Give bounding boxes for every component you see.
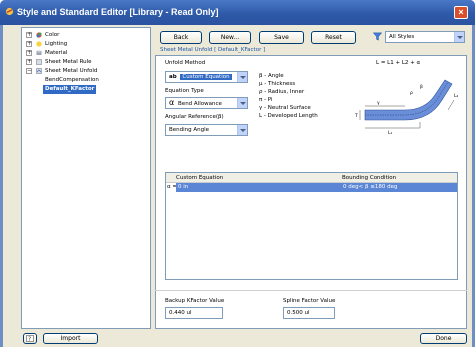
legend-item: ρ - Radius, Inner: [259, 89, 305, 95]
bend-diagram: γ ρ β L₂ L₁ T: [354, 79, 459, 136]
diagram-label-beta: β: [420, 84, 423, 90]
equation-cell[interactable]: 0 in: [176, 183, 341, 192]
close-button[interactable]: ×: [454, 6, 468, 19]
column-header-condition: Bounding Condition: [342, 175, 397, 181]
unfold-method-dropdown[interactable]: ab Custom Equation: [165, 71, 248, 83]
column-header-equation: Custom Equation: [176, 175, 224, 181]
equation-type-value: Bend Allowance: [178, 101, 222, 107]
tree-item-label: Material: [45, 50, 68, 56]
divider: [155, 290, 467, 291]
chevron-down-icon[interactable]: [237, 98, 247, 108]
backup-kfactor-input[interactable]: 0.440 ul: [165, 307, 223, 319]
formula-text: L = L1 + L2 + α: [376, 60, 421, 66]
close-icon: ×: [458, 7, 464, 17]
backup-kfactor-label: Backup KFactor Value: [165, 298, 225, 304]
import-button[interactable]: Import: [43, 333, 98, 344]
angular-reference-label: Angular Reference(β): [165, 114, 224, 120]
legend-item: β - Angle: [259, 73, 284, 79]
equation-type-dropdown[interactable]: α Bend Allowance: [165, 97, 248, 109]
chevron-down-icon[interactable]: [237, 125, 247, 135]
custom-equation-table[interactable]: Custom Equation Bounding Condition α = 0…: [165, 172, 458, 280]
window-title: Style and Standard Editor [Library - Rea…: [17, 7, 219, 17]
material-icon: [36, 50, 42, 55]
svg-text:?: ?: [28, 337, 31, 343]
expand-icon[interactable]: +: [26, 59, 32, 65]
chevron-down-icon[interactable]: [454, 32, 464, 42]
expand-icon[interactable]: +: [26, 41, 32, 47]
legend-item: L - Developed Length: [259, 113, 318, 119]
diagram-label-l1: L₁: [388, 130, 393, 136]
unfold-method-value: Custom Equation: [180, 74, 232, 80]
unfold-method-label: Unfold Method: [165, 60, 206, 66]
condition-cell[interactable]: 0 deg< β ≤180 deg: [341, 183, 457, 192]
tree-item-label: Lighting: [45, 41, 68, 47]
equation-type-label: Equation Type: [165, 88, 204, 94]
tree-item-default-kfactor[interactable]: Default_KFactor: [43, 85, 97, 94]
style-filter-dropdown[interactable]: All Styles: [385, 31, 465, 43]
spline-factor-input[interactable]: 0.500 ul: [283, 307, 335, 319]
save-button[interactable]: Save: [259, 31, 304, 44]
app-icon: [5, 7, 14, 16]
done-button[interactable]: Done: [420, 333, 467, 344]
new-button[interactable]: New...: [209, 31, 251, 44]
bend-allowance-icon: α: [169, 98, 175, 107]
collapse-icon[interactable]: −: [26, 68, 32, 74]
sheet-metal-rule-icon: [36, 59, 42, 65]
tree-item-label: Color: [45, 32, 60, 38]
chevron-down-icon[interactable]: [237, 72, 247, 82]
lighting-icon: [36, 41, 42, 47]
custom-equation-icon: ab: [169, 74, 177, 80]
back-button[interactable]: Back: [160, 31, 202, 44]
expand-icon[interactable]: +: [26, 32, 32, 38]
diagram-label-gamma: γ: [377, 101, 380, 106]
diagram-label-l2: L₂: [454, 93, 459, 99]
legend-item: μ - Thickness: [259, 81, 296, 87]
tree-item-label: Default_KFactor: [45, 86, 95, 92]
legend-item: π - Pi: [259, 97, 273, 103]
tree-item-label: Sheet Metal Rule: [45, 59, 92, 65]
sheet-metal-unfold-icon: [36, 68, 42, 74]
diagram-label-t: T: [354, 113, 358, 119]
style-filter-value: All Styles: [389, 34, 415, 40]
spline-factor-label: Spline Factor Value: [283, 298, 336, 304]
color-icon: [36, 32, 42, 38]
style-header-link[interactable]: Sheet Metal Unfold [ Default_KFactor ]: [160, 47, 265, 53]
tree-item-label: BendCompensation: [45, 77, 99, 83]
help-button[interactable]: ?: [23, 333, 37, 344]
legend-item: γ - Neutral Surface: [259, 105, 311, 111]
angular-reference-value: Bending Angle: [169, 127, 210, 133]
tree-item-label: Sheet Metal Unfold: [45, 68, 98, 74]
reset-button[interactable]: Reset: [311, 31, 356, 44]
help-icon: ?: [26, 335, 34, 343]
angular-reference-dropdown[interactable]: Bending Angle: [165, 124, 248, 136]
style-tree[interactable]: + Color + Lighting + Material + Sheet Me…: [21, 27, 151, 329]
filter-icon[interactable]: [373, 32, 382, 41]
expand-icon[interactable]: +: [26, 50, 32, 56]
table-header: Custom Equation Bounding Condition: [166, 173, 457, 183]
diagram-label-rho: ρ: [410, 91, 413, 96]
symbol-legend: β - Angle μ - Thickness ρ - Radius, Inne…: [259, 72, 318, 120]
title-bar[interactable]: Style and Standard Editor [Library - Rea…: [0, 0, 475, 25]
